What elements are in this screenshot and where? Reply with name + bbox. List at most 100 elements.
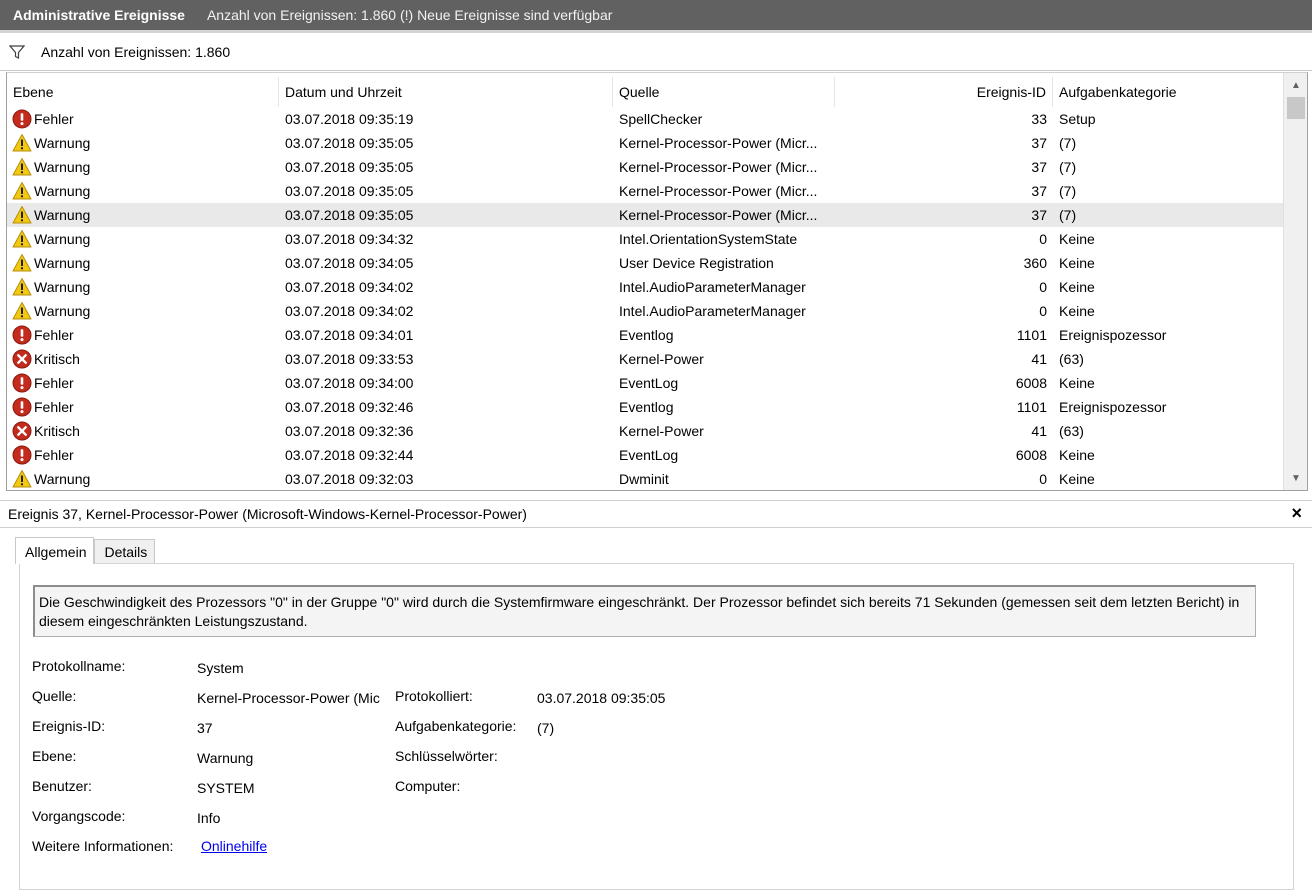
log-name-value[interactable]: System [197,660,244,676]
level-text: Kritisch [34,351,80,367]
date-cell: 03.07.2018 09:35:05 [285,135,414,151]
close-icon[interactable]: × [1291,503,1302,524]
level-text: Fehler [34,447,74,463]
event-id-cell: 360 [1023,255,1047,271]
event-id-label: Ereignis-ID: [32,718,106,734]
event-id-cell: 6008 [1015,375,1047,391]
table-row[interactable]: Fehler 03.07.2018 09:32:44 EventLog 6008 Kei… [7,443,1283,467]
new-events-notice[interactable]: Anzahl von Ereignissen: 1.860 (!) Neue E… [207,7,612,23]
date-cell: 03.07.2018 09:32:46 [285,399,414,415]
keywords-label: Schlüsselwörter: [395,748,498,764]
table-row[interactable]: Warnung 03.07.2018 09:32:03 Dwminit 0 Keine [7,467,1283,490]
source-cell: Kernel-Processor-Power (Micr... [619,207,818,223]
source-cell: Intel.AudioParameterManager [619,303,806,319]
error-icon [12,109,32,129]
category-cell: Keine [1059,279,1095,295]
column-header-source[interactable]: Quelle [613,77,835,107]
category-cell: Keine [1059,471,1095,487]
level-text: Warnung [34,255,91,271]
level-cell: Warnung [12,179,282,203]
filter-icon[interactable] [9,44,25,60]
event-id-cell: 41 [1031,351,1047,367]
critical-icon [12,349,32,369]
level-cell: Fehler [12,443,282,467]
logged-value[interactable]: 03.07.2018 09:35:05 [537,690,665,706]
tab-details[interactable]: Details [94,539,156,564]
table-row[interactable]: Fehler 03.07.2018 09:34:00 EventLog 6008 Kei… [7,371,1283,395]
date-cell: 03.07.2018 09:34:02 [285,303,414,319]
task-category-value[interactable]: (7) [537,720,554,736]
column-header-event-id[interactable]: Ereignis-ID [835,77,1053,107]
level-cell: Warnung [12,275,282,299]
table-row[interactable]: Kritisch 03.07.2018 09:32:36 Kernel-Power 4… [7,419,1283,443]
scroll-up-icon[interactable]: ▲ [1284,77,1307,95]
event-id-cell: 1101 [1016,327,1047,343]
date-cell: 03.07.2018 09:32:36 [285,423,414,439]
general-tab-panel: Die Geschwindigkeit des Prozessors "0" i… [19,563,1294,890]
table-row[interactable]: Fehler 03.07.2018 09:35:19 SpellChecker 33 S… [7,107,1283,131]
level-cell: Fehler [12,323,282,347]
source-cell: Eventlog [619,327,674,343]
user-label: Benutzer: [32,778,92,794]
event-id-value[interactable]: 37 [197,720,213,736]
table-row[interactable]: Warnung 03.07.2018 09:35:05 Kernel-Process… [7,131,1283,155]
online-help-link[interactable]: Onlinehilfe [201,838,267,854]
level-text: Kritisch [34,423,80,439]
warning-icon [12,469,32,489]
category-cell: (7) [1059,135,1077,151]
log-name-label: Protokollname: [32,658,126,674]
user-value[interactable]: SYSTEM [197,780,255,796]
event-id-cell: 37 [1031,207,1047,223]
column-header-category[interactable]: Aufgabenkategorie [1053,77,1283,107]
source-cell: Intel.OrientationSystemState [619,231,798,247]
table-row[interactable]: Fehler 03.07.2018 09:32:46 Eventlog 1101 Ere… [7,395,1283,419]
opcode-value[interactable]: Info [197,810,220,826]
event-detail-title: Ereignis 37, Kernel-Processor-Power (Mic… [8,506,527,522]
level-cell: Warnung [12,227,282,251]
level-cell: Warnung [12,155,282,179]
source-cell: User Device Registration [619,255,774,271]
opcode-label: Vorgangscode: [32,808,126,824]
detail-tabs: Allgemein Details [15,537,156,564]
table-row[interactable]: Warnung 03.07.2018 09:34:05 User Device Re… [7,251,1283,275]
level-cell: Warnung [12,467,282,490]
column-header-level[interactable]: Ebene [7,77,279,107]
date-cell: 03.07.2018 09:33:53 [285,351,414,367]
table-row[interactable]: Warnung 03.07.2018 09:34:02 Intel.AudioPar… [7,299,1283,323]
level-value[interactable]: Warnung [197,750,253,766]
event-description[interactable]: Die Geschwindigkeit des Prozessors "0" i… [33,585,1256,637]
table-row[interactable]: Warnung 03.07.2018 09:35:05 Kernel-Process… [7,179,1283,203]
warning-icon [12,253,32,273]
category-cell: (7) [1059,183,1077,199]
table-row[interactable]: Warnung 03.07.2018 09:34:32 Intel.Orientat… [7,227,1283,251]
date-cell: 03.07.2018 09:35:05 [285,207,414,223]
event-id-cell: 37 [1031,135,1047,151]
level-cell: Fehler [12,371,282,395]
scroll-down-icon[interactable]: ▼ [1284,470,1307,488]
level-cell: Fehler [12,395,282,419]
warning-icon [12,181,32,201]
level-cell: Kritisch [12,347,282,371]
list-scrollbar[interactable]: ▲ ▼ [1283,73,1307,490]
source-cell: SpellChecker [619,111,703,127]
table-row[interactable]: Kritisch 03.07.2018 09:33:53 Kernel-Power 4… [7,347,1283,371]
category-cell: Setup [1059,111,1096,127]
category-cell: Keine [1059,255,1095,271]
category-cell: Ereignispozessor [1059,399,1167,415]
level-text: Fehler [34,327,74,343]
tab-general[interactable]: Allgemein [15,537,95,564]
table-row[interactable]: Warnung 03.07.2018 09:35:05 Kernel-Process… [7,203,1283,227]
level-text: Fehler [34,375,74,391]
table-row[interactable]: Fehler 03.07.2018 09:34:01 Eventlog 1101 Ere… [7,323,1283,347]
table-row[interactable]: Warnung 03.07.2018 09:35:05 Kernel-Process… [7,155,1283,179]
level-text: Fehler [34,399,74,415]
source-value[interactable]: Kernel-Processor-Power (Mic [197,690,382,706]
table-row[interactable]: Warnung 03.07.2018 09:34:02 Intel.AudioPar… [7,275,1283,299]
event-rows: Fehler 03.07.2018 09:35:19 SpellChecker 33 S… [7,107,1283,490]
scroll-thumb[interactable] [1287,97,1305,119]
category-cell: Keine [1059,375,1095,391]
warning-icon [12,133,32,153]
column-header-date[interactable]: Datum und Uhrzeit [279,77,613,107]
source-cell: Kernel-Processor-Power (Micr... [619,183,818,199]
date-cell: 03.07.2018 09:34:02 [285,279,414,295]
